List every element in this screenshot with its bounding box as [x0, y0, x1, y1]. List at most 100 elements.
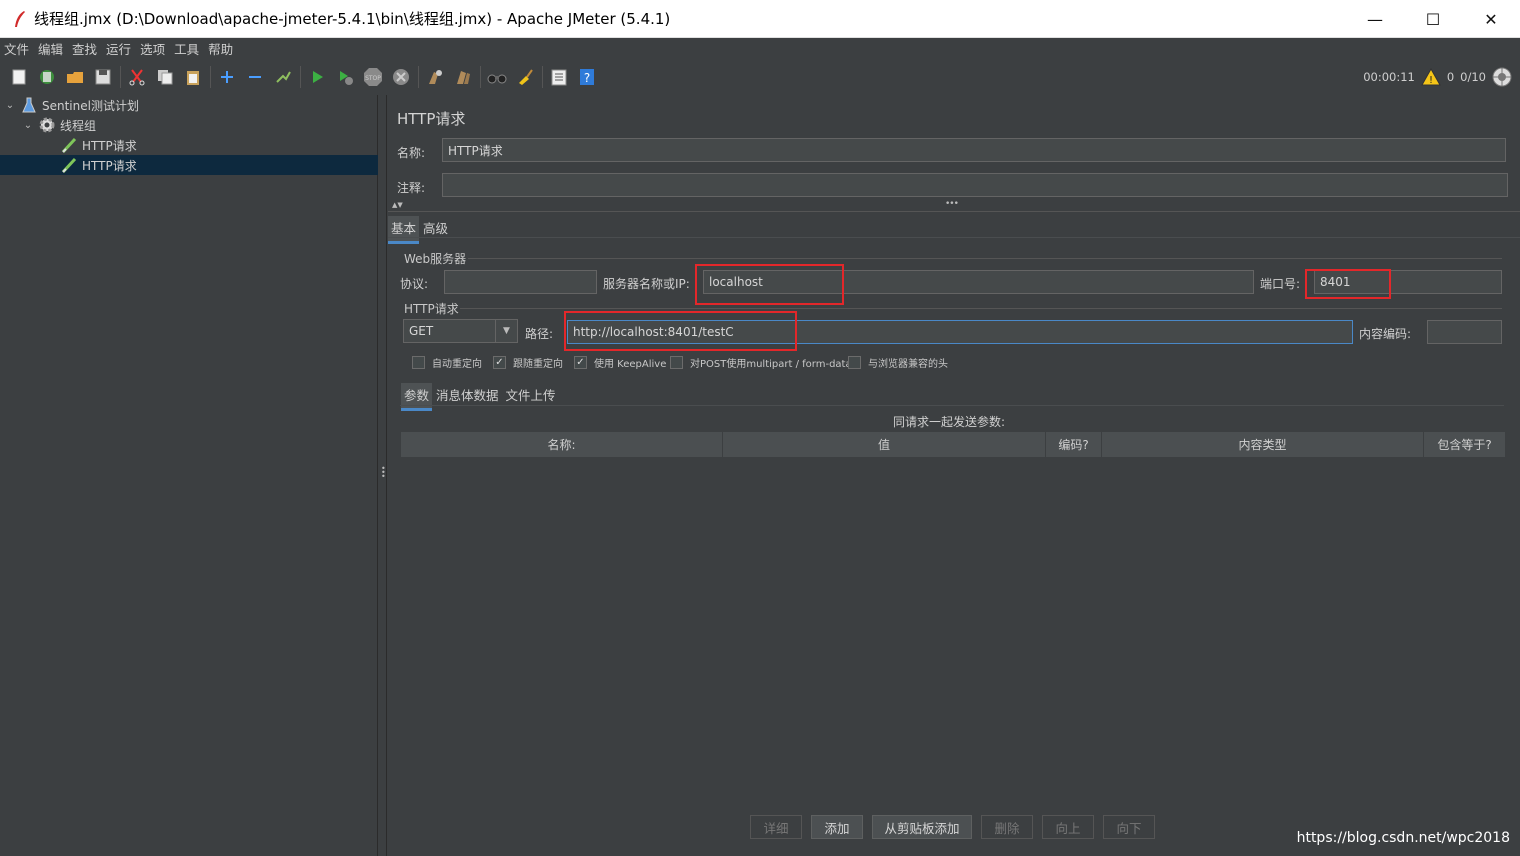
toolbar-separator	[120, 66, 121, 88]
menu-search[interactable]: 查找	[72, 39, 97, 58]
move-up-button[interactable]: 向上	[1042, 815, 1094, 839]
params-caption: 同请求一起发送参数:	[893, 415, 1006, 429]
tab-basic[interactable]: 基本	[388, 216, 420, 244]
start-icon[interactable]	[306, 66, 328, 88]
warning-icon[interactable]: !	[1420, 68, 1441, 86]
collapse-all-icon[interactable]	[244, 66, 266, 88]
checkbox-box[interactable]	[412, 356, 425, 369]
tab-body-data[interactable]: 消息体数据	[433, 383, 502, 411]
tree-item-http-request-1[interactable]: HTTP请求	[56, 135, 378, 155]
column-header-include-equals[interactable]: 包含等于?	[1424, 432, 1505, 457]
add-button[interactable]: 添加	[811, 815, 863, 839]
delete-button[interactable]: 删除	[981, 815, 1033, 839]
tree-item-label: Sentinel测试计划	[42, 98, 139, 113]
open-icon[interactable]	[64, 66, 86, 88]
menu-help[interactable]: 帮助	[208, 39, 233, 58]
splitter-grip[interactable]: • • •	[381, 465, 386, 481]
shutdown-icon[interactable]	[390, 66, 412, 88]
name-field[interactable]: HTTP请求	[442, 138, 1506, 162]
add-from-clipboard-button[interactable]: 从剪贴板添加	[872, 815, 972, 839]
menu-run[interactable]: 运行	[106, 39, 131, 58]
expand-all-icon[interactable]	[216, 66, 238, 88]
function-helper-icon[interactable]	[548, 66, 570, 88]
move-down-button[interactable]: 向下	[1103, 815, 1155, 839]
minimize-button[interactable]: —	[1346, 0, 1404, 38]
menu-tools[interactable]: 工具	[174, 39, 199, 58]
start-no-pauses-icon[interactable]	[334, 66, 356, 88]
toggle-icon[interactable]	[272, 66, 294, 88]
checkbox-multipart[interactable]: 对POST使用multipart / form-data	[670, 355, 852, 370]
method-select[interactable]: GET ▼	[403, 319, 518, 343]
http-request-group-title: HTTP请求	[404, 302, 459, 316]
content-encoding-field[interactable]	[1427, 320, 1502, 344]
tree-item-test-plan[interactable]: ⌄ Sentinel测试计划	[4, 95, 378, 115]
svg-text:?: ?	[584, 71, 590, 85]
title-bar: 线程组.jmx (D:\Download\apache-jmeter-5.4.1…	[0, 0, 1520, 38]
new-icon[interactable]	[8, 66, 30, 88]
copy-icon[interactable]	[154, 66, 176, 88]
group-border	[460, 308, 1502, 309]
checkbox-keepalive[interactable]: ✓ 使用 KeepAlive	[574, 355, 666, 370]
search-binoculars-icon[interactable]	[486, 66, 508, 88]
checkmark-icon[interactable]: ✓	[493, 356, 506, 369]
params-table-header: 名称: 值 编码? 内容类型 包含等于?	[401, 432, 1505, 457]
tab-file-upload[interactable]: 文件上传	[503, 383, 559, 411]
paste-icon[interactable]	[182, 66, 204, 88]
checkbox-browser-headers[interactable]: 与浏览器兼容的头	[848, 355, 948, 370]
column-header-value[interactable]: 值	[723, 432, 1046, 457]
clear-icon[interactable]	[424, 66, 446, 88]
stop-icon[interactable]: STOP	[362, 66, 384, 88]
checkbox-follow-redirects[interactable]: ✓ 跟随重定向	[493, 355, 563, 370]
group-border	[468, 258, 1502, 259]
tab-parameters[interactable]: 参数	[401, 383, 433, 411]
elapsed-timer: 00:00:11	[1363, 70, 1415, 84]
svg-text:STOP: STOP	[365, 75, 381, 82]
close-button[interactable]: ✕	[1462, 0, 1520, 38]
menu-bar: 文件 编辑 查找 运行 选项 工具 帮助	[0, 38, 1520, 59]
panel-splitter[interactable]: • • •	[378, 95, 387, 856]
tab-advanced[interactable]: 高级	[420, 216, 451, 244]
chevron-down-icon[interactable]: ⌄	[4, 100, 16, 111]
clear-all-icon[interactable]	[452, 66, 474, 88]
http-request-panel: HTTP请求 名称: HTTP请求 注释: ▲▼ ••• 基本 高级 Web服务…	[388, 95, 1520, 856]
pipette-icon	[60, 156, 78, 174]
svg-text:!: !	[1429, 75, 1433, 86]
highlight-box-server	[695, 264, 844, 305]
menu-file[interactable]: 文件	[4, 39, 29, 58]
cut-icon[interactable]	[126, 66, 148, 88]
checkbox-auto-redirect[interactable]: 自动重定向	[412, 355, 482, 370]
checkmark-icon[interactable]: ✓	[574, 356, 587, 369]
checkbox-label: 跟随重定向	[513, 359, 563, 370]
checkbox-label: 与浏览器兼容的头	[868, 359, 948, 370]
menu-options[interactable]: 选项	[140, 39, 165, 58]
help-icon[interactable]: ?	[576, 66, 598, 88]
tree-item-label: HTTP请求	[82, 138, 137, 153]
highlight-box-port	[1305, 269, 1391, 299]
column-header-name[interactable]: 名称:	[401, 432, 723, 457]
collapse-arrows-icon[interactable]: ▲▼	[392, 201, 403, 209]
chevron-down-icon[interactable]: ▼	[495, 320, 517, 342]
remote-globe-icon[interactable]	[1492, 67, 1512, 87]
comment-field[interactable]	[442, 173, 1508, 197]
divider-grip-icon[interactable]: •••	[945, 199, 959, 209]
protocol-field[interactable]	[444, 270, 597, 294]
templates-icon[interactable]	[36, 66, 58, 88]
tree-item-http-request-2[interactable]: HTTP请求	[0, 155, 378, 175]
checkbox-box[interactable]	[670, 356, 683, 369]
protocol-label: 协议:	[400, 277, 429, 291]
active-threads: 0/10	[1460, 70, 1486, 84]
save-icon[interactable]	[92, 66, 114, 88]
column-header-encode[interactable]: 编码?	[1046, 432, 1102, 457]
maximize-button[interactable]: ☐	[1404, 0, 1462, 38]
detail-button[interactable]: 详细	[750, 815, 802, 839]
menu-edit[interactable]: 编辑	[38, 39, 63, 58]
main-tabs: 基本 高级	[388, 216, 452, 244]
divider	[388, 211, 1520, 212]
chevron-down-icon[interactable]: ⌄	[22, 120, 34, 131]
column-header-content-type[interactable]: 内容类型	[1102, 432, 1424, 457]
reset-search-broom-icon[interactable]	[514, 66, 536, 88]
path-label: 路径:	[525, 327, 554, 341]
checkbox-box[interactable]	[848, 356, 861, 369]
tree-item-thread-group[interactable]: ⌄ 线程组	[22, 115, 378, 135]
warning-count: 0	[1446, 70, 1455, 84]
